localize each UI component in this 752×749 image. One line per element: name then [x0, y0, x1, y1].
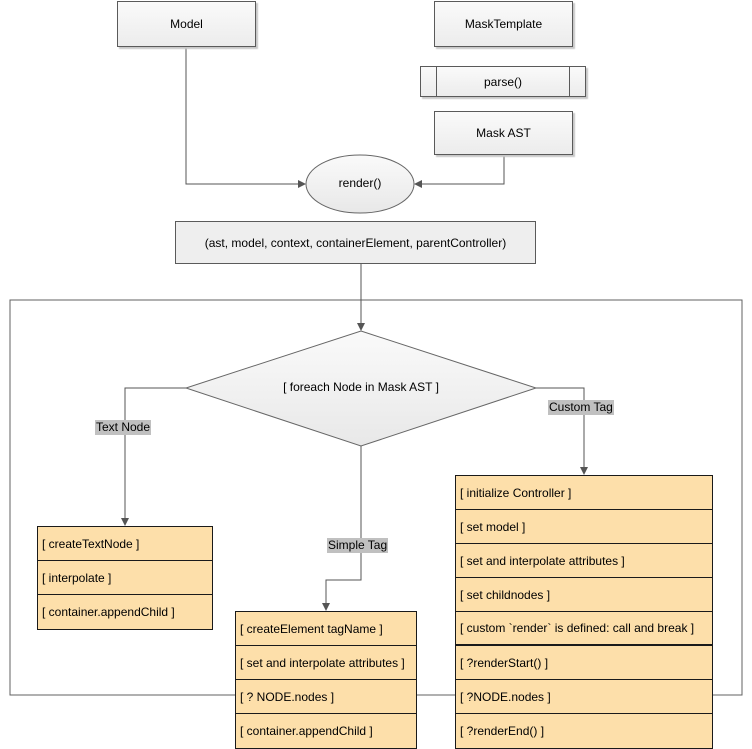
mask-template-node[interactable]: MaskTemplate [434, 1, 573, 47]
custom-tag-edge-label: Custom Tag [548, 400, 614, 415]
custom-tag-step[interactable]: [ custom `render` is defined: call and b… [456, 612, 712, 646]
custom-tag-step[interactable]: [ ?renderEnd() ] [456, 714, 712, 748]
text-node-step[interactable]: [ createTextNode ] [38, 527, 212, 561]
custom-tag-steps: [ initialize Controller ] [ set model ] … [455, 475, 713, 749]
custom-tag-step[interactable]: [ set model ] [456, 510, 712, 544]
edge-model-render [185, 47, 306, 188]
model-label: Model [170, 17, 203, 31]
mask-template-label: MaskTemplate [464, 17, 543, 31]
render-label: render() [338, 176, 382, 190]
mask-ast-node[interactable]: Mask AST [434, 111, 573, 155]
decision-label: [ foreach Node in Mask AST ] [283, 380, 439, 394]
params-node[interactable]: (ast, model, context, containerElement, … [175, 221, 536, 264]
edge-simple-tag [322, 446, 362, 611]
parse-label: parse() [483, 74, 522, 89]
custom-tag-step[interactable]: [ set childnodes ] [456, 578, 712, 612]
model-node[interactable]: Model [117, 1, 256, 47]
text-node-steps: [ createTextNode ] [ interpolate ] [ con… [37, 526, 213, 630]
edge-ast-render [414, 155, 505, 188]
simple-tag-step[interactable]: [ container.appendChild ] [236, 714, 416, 748]
process-bar-left [436, 67, 437, 96]
simple-tag-steps: [ createElement tagName ] [ set and inte… [235, 611, 417, 749]
simple-tag-step[interactable]: [ createElement tagName ] [236, 612, 416, 646]
simple-tag-step[interactable]: [ ? NODE.nodes ] [236, 680, 416, 714]
edge-text-node [121, 387, 186, 526]
custom-tag-step[interactable]: [ ?renderStart() ] [456, 646, 712, 680]
text-node-edge-label: Text Node [95, 420, 152, 435]
custom-tag-step[interactable]: [ set and interpolate attributes ] [456, 544, 712, 578]
custom-tag-step[interactable]: [ ?NODE.nodes ] [456, 680, 712, 714]
params-label: (ast, model, context, containerElement, … [204, 235, 507, 250]
custom-tag-step[interactable]: [ initialize Controller ] [456, 476, 712, 510]
text-node-step[interactable]: [ interpolate ] [38, 561, 212, 595]
parse-process-node[interactable]: parse() [420, 66, 586, 97]
mask-ast-label: Mask AST [476, 126, 531, 140]
text-node-step[interactable]: [ container.appendChild ] [38, 595, 212, 629]
simple-tag-edge-label: Simple Tag [327, 538, 389, 553]
process-bar-right [569, 67, 570, 96]
simple-tag-step[interactable]: [ set and interpolate attributes ] [236, 646, 416, 680]
